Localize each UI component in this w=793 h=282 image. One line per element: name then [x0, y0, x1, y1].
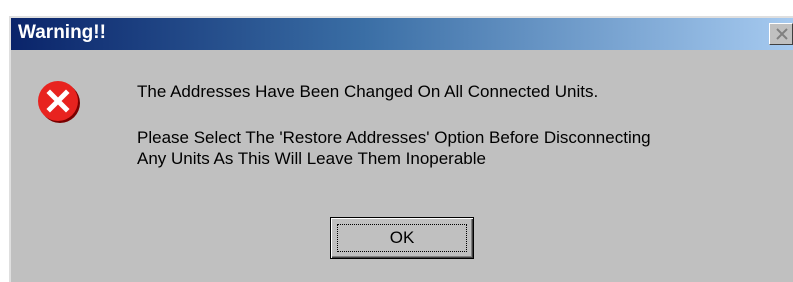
message-line-1: The Addresses Have Been Changed On All C… — [137, 82, 599, 101]
title-bar[interactable]: Warning!! — [11, 18, 793, 50]
error-icon — [38, 81, 80, 123]
ok-button[interactable]: OK — [330, 217, 474, 259]
ok-button-label: OK — [389, 228, 415, 247]
message-line-3: Any Units As This Will Leave Them Inoper… — [137, 149, 486, 168]
warning-dialog: Warning!! The Addresses Have Been Change… — [9, 16, 793, 282]
close-icon — [776, 28, 788, 40]
close-button[interactable] — [769, 23, 793, 45]
message-line-2: Please Select The 'Restore Addresses' Op… — [137, 128, 651, 147]
window-title: Warning!! — [18, 22, 106, 43]
